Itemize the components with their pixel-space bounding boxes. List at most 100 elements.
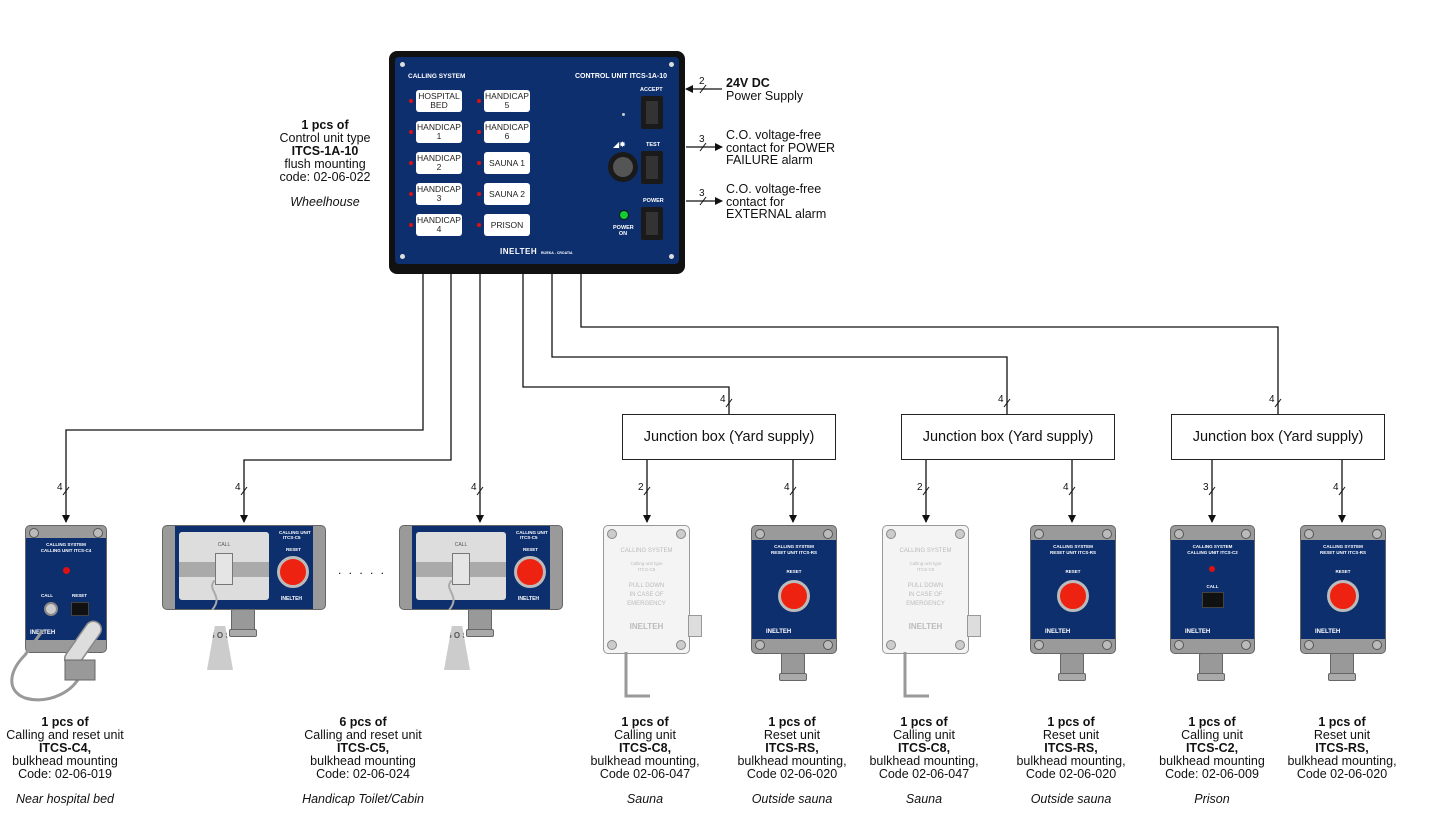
cable-gland	[229, 609, 257, 637]
power-supply-label: 24V DC Power Supply	[726, 77, 803, 102]
power-supply-text: Power Supply	[726, 88, 804, 103]
zone-handicap-4[interactable]: HANDICAP 4	[416, 214, 462, 236]
screw-icon	[886, 640, 896, 650]
power-label: POWER	[643, 198, 664, 204]
device-itcs-c5: CALL CALLING UNIT ITCS-C5 RESET INELTEH	[399, 525, 563, 610]
screw-icon	[886, 529, 896, 539]
dimmer-knob[interactable]	[608, 152, 638, 182]
power-button[interactable]	[641, 207, 663, 240]
inelteh-logo: INELTEH	[766, 629, 792, 635]
screw-icon	[1241, 529, 1251, 539]
reset-button[interactable]	[277, 556, 309, 588]
reset-label: RESET	[286, 547, 302, 552]
zone-handicap-1[interactable]: HANDICAP 1	[416, 121, 462, 143]
wire-count: 3	[699, 134, 705, 145]
zone-hospital-bed[interactable]: HOSPITAL BED	[416, 90, 462, 112]
note-location: Near hospital bed	[16, 792, 114, 806]
reset-label: RESET	[1065, 569, 1081, 574]
note-location: Handicap Toilet/Cabin	[302, 792, 424, 806]
device-subtitle: CALLING UNIT ITCS-C4	[40, 548, 92, 553]
device-header: CALLING SYSTEM	[1323, 544, 1363, 549]
wire-count: 3	[699, 188, 705, 199]
wire-jb1	[522, 274, 730, 414]
device-header: CALLING SYSTEM	[620, 548, 673, 554]
test-label: TEST	[646, 142, 661, 148]
wire-count: 4	[471, 482, 477, 493]
device-face: CALL CALLING UNIT ITCS-C5 RESET INELTEH	[175, 526, 313, 609]
screw-icon	[755, 640, 765, 650]
inelteh-logo: INELTEH	[1185, 629, 1211, 635]
call-label: CALL	[41, 593, 53, 598]
device-note-rs-1: 1 pcs of Reset unit ITCS-RS, bulkhead mo…	[732, 716, 852, 806]
device-subtitle: RESET UNIT ITCS-RS	[1049, 550, 1096, 555]
device-itcs-c8: CALLING SYSTEM Calling unit type ITCS-C8…	[603, 525, 690, 654]
call-label: CALL	[454, 542, 468, 548]
cable-gland	[1058, 653, 1086, 681]
screw-icon	[676, 640, 686, 650]
note-location: Wheelhouse	[290, 195, 360, 209]
power-failure-label: C.O. voltage-free contact for POWER FAIL…	[726, 128, 836, 167]
dimmer-icon: ◢✸	[613, 140, 626, 149]
wire-count: 4	[720, 394, 726, 405]
reset-button[interactable]	[1057, 580, 1089, 612]
zone-led	[409, 130, 413, 134]
screw-icon	[607, 640, 617, 650]
device-note-rs-2: 1 pcs of Reset unit ITCS-RS, bulkhead mo…	[1011, 716, 1131, 806]
ellipsis: . . . . .	[338, 563, 387, 577]
pull-rod-icon[interactable]	[899, 652, 939, 702]
wire-count: 4	[1063, 482, 1069, 493]
zone-led	[409, 223, 413, 227]
pull-rod-icon[interactable]	[620, 652, 660, 702]
screw-icon	[29, 528, 39, 538]
zone-handicap-2[interactable]: HANDICAP 2	[416, 152, 462, 174]
screw-icon	[607, 529, 617, 539]
wire-c5-a	[240, 274, 452, 523]
zone-prison[interactable]: PRISON	[484, 214, 530, 236]
device-model: ITCS-C8	[916, 567, 935, 572]
zone-handicap-3[interactable]: HANDICAP 3	[416, 183, 462, 205]
test-button[interactable]	[641, 151, 663, 184]
note-location: Sauna	[905, 792, 943, 806]
side-gland	[967, 615, 981, 637]
device-itcs-c5: CALL CALLING UNIT ITCS-C5 RESET INELTEH	[162, 525, 326, 610]
inelteh-logo: INELTEH	[281, 596, 303, 602]
screw-icon	[1241, 640, 1251, 650]
screw-icon	[1304, 529, 1314, 539]
power-on-label: POWER ON	[613, 225, 634, 237]
screw-icon	[755, 529, 765, 539]
accept-button[interactable]	[641, 96, 663, 129]
note-code: Code 02-06-020	[1025, 767, 1117, 781]
device-note-c8-1: 1 pcs of Calling unit ITCS-C8, bulkhead …	[585, 716, 705, 806]
device-face: CALL CALLING UNIT ITCS-C5 RESET INELTEH	[412, 526, 550, 609]
wire-count: 3	[1203, 482, 1209, 493]
cable-gland	[779, 653, 807, 681]
reset-button[interactable]	[1327, 580, 1359, 612]
logo-subtitle: RIJEKA - CROATIA	[541, 251, 573, 255]
note-code: Code 02-06-020	[1296, 767, 1388, 781]
panel-title-left: CALLING SYSTEM	[408, 73, 466, 80]
note-location: Outside sauna	[751, 792, 833, 806]
screw-icon	[1304, 640, 1314, 650]
wire-jb2	[551, 274, 1008, 414]
device-note-c8-2: 1 pcs of Calling unit ITCS-C8, bulkhead …	[864, 716, 984, 806]
emergency-text: EMERGENCY	[906, 601, 945, 607]
screw-icon	[1174, 529, 1184, 539]
device-model: ITCS-C8	[637, 567, 656, 572]
device-note-c5: 6 pcs of Calling and reset unit ITCS-C5,…	[298, 716, 428, 806]
sos-cord-icon	[448, 580, 455, 610]
screw-icon	[1102, 529, 1112, 539]
zone-handicap-5[interactable]: HANDICAP 5	[484, 90, 530, 112]
wiring-diagram	[62, 84, 1346, 523]
note-code: Code 02-06-047	[599, 767, 691, 781]
zone-handicap-6[interactable]: HANDICAP 6	[484, 121, 530, 143]
note-code: Code 02-06-020	[746, 767, 838, 781]
reset-label: RESET	[72, 593, 88, 598]
zone-sauna-1[interactable]: SAUNA 1	[484, 152, 530, 174]
device-header: CALLING SYSTEM	[46, 542, 86, 547]
zone-sauna-2[interactable]: SAUNA 2	[484, 183, 530, 205]
call-button[interactable]	[1202, 592, 1224, 608]
reset-button[interactable]	[514, 556, 546, 588]
call-led	[63, 567, 70, 574]
inelteh-logo: INELTEH	[1045, 629, 1071, 635]
reset-button[interactable]	[778, 580, 810, 612]
